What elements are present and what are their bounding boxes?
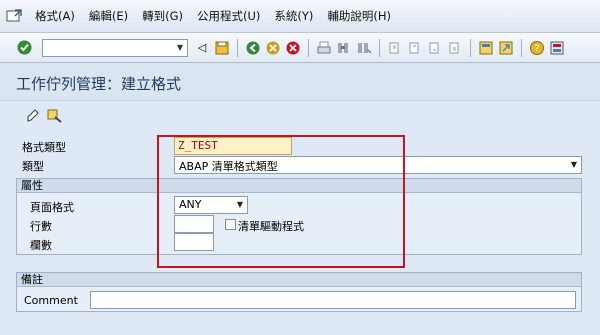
menu-item-help[interactable]: 輔助說明(H) [320,8,398,24]
create-format-form: 格式類型 Z_TEST 類型 ABAP 清單格式類型 ▼ 屬性 頁面格式 ANY… [0,129,600,335]
page-format-select[interactable]: ANY ▼ [174,196,248,214]
attributes-group-title: 屬性 [17,179,581,193]
remarks-group-title: 備註 [17,273,581,287]
command-dropdown-icon[interactable]: ▼ [173,40,187,56]
menu-item-edit[interactable]: 編輯(E) [82,8,135,24]
sap-menu-icon[interactable] [0,0,28,33]
application-toolbar [0,101,600,129]
columns-label: 欄數 [30,239,52,252]
list-driver-label: 清單驅動程式 [238,220,304,233]
enter-icon[interactable] [16,40,32,56]
find-next-icon[interactable] [356,40,372,56]
menu-item-system[interactable]: 系統(Y) [267,8,320,24]
menu-bar: 格式(A) 編輯(E) 轉到(G) 公用程式(U) 系統(Y) 輔助說明(H) [0,0,600,33]
layout-icon[interactable] [549,40,565,56]
page-format-value: ANY [179,198,202,211]
menu-item-format[interactable]: 格式(A) [28,8,82,24]
svg-text:?: ? [534,43,539,54]
list-driver-checkbox[interactable] [225,219,236,230]
attributes-group: 屬性 [16,178,582,255]
save-icon[interactable] [214,40,230,56]
type-dropdown-icon[interactable]: ▼ [571,160,577,169]
other-object-icon[interactable] [46,107,62,123]
create-session-icon[interactable] [478,40,494,56]
help-icon[interactable]: ? [529,40,545,56]
exit-icon[interactable] [265,40,281,56]
format-type-input[interactable]: Z_TEST [174,137,292,155]
find-icon[interactable] [336,40,352,56]
shortcut-icon[interactable] [498,40,514,56]
command-field[interactable]: ▼ [42,38,188,57]
comment-input[interactable] [90,291,576,309]
collapse-icon[interactable]: ◁ [194,40,210,56]
page-title: 工作佇列管理：建立格式 [16,75,182,93]
columns-input[interactable] [174,233,214,251]
page-format-label: 頁面格式 [30,201,74,214]
standard-toolbar: ▼ ◁ ? [0,33,600,63]
cancel-icon[interactable] [285,40,301,56]
print-icon[interactable] [316,40,332,56]
title-bar: 工作佇列管理：建立格式 [0,63,600,101]
type-label: 類型 [22,160,44,173]
comment-label: Comment [24,294,78,307]
lines-input[interactable] [174,215,214,233]
first-page-icon[interactable] [387,40,403,56]
next-page-icon[interactable] [427,40,443,56]
format-type-label: 格式類型 [22,141,66,154]
menu-item-goto[interactable]: 轉到(G) [135,8,190,24]
type-select-value: ABAP 清單格式類型 [179,160,278,173]
prev-page-icon[interactable] [407,40,423,56]
page-format-dropdown-icon[interactable]: ▼ [237,200,243,209]
display-change-icon[interactable] [24,107,40,123]
menu-item-utilities[interactable]: 公用程式(U) [190,8,267,24]
lines-label: 行數 [30,220,52,233]
back-nav-icon[interactable] [245,40,261,56]
last-page-icon[interactable] [447,40,463,56]
type-select[interactable]: ABAP 清單格式類型 ▼ [174,156,582,174]
